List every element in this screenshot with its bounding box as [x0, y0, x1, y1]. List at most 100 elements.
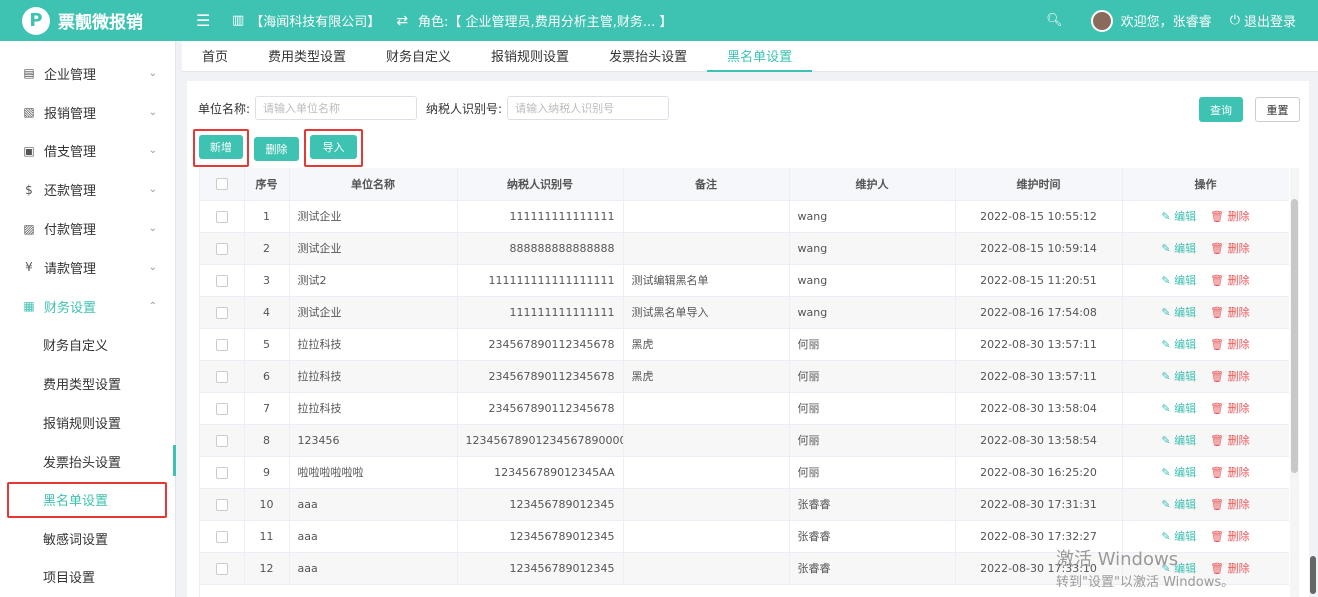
delete-link[interactable]: 🗑︎ 删除 [1210, 306, 1249, 319]
tax-id-input[interactable] [507, 96, 670, 120]
table-row[interactable]: 10 aaa 123456789012345 张睿睿 2022-08-30 17:31:… [200, 488, 1289, 521]
select-all-checkbox[interactable] [215, 178, 228, 191]
cell-company-name: 测试企业 [289, 296, 458, 329]
table-row[interactable]: 9 啦啦啦啦啦啦 123456789012345AA 何丽 2022-08-30 16:… [200, 456, 1289, 489]
cell-maintainer: wang [789, 264, 956, 297]
tab-finance-custom[interactable]: 财务自定义 [366, 41, 471, 72]
add-button[interactable]: 新增 [199, 135, 243, 159]
table-row[interactable]: 1 测试企业 111111111111111 wang 2022-08-15 10:55… [200, 200, 1289, 233]
delete-link[interactable]: 🗑︎ 删除 [1210, 210, 1249, 223]
sidebar-item-request[interactable]: ¥ 请款管理 ⌄ [0, 248, 175, 287]
app-name: 票靓微报销 [58, 13, 143, 33]
table-row[interactable]: 8 123456 12345678901234567890000 何丽 2022-08-… [200, 424, 1289, 457]
table-scrollbar-thumb[interactable] [1291, 199, 1298, 473]
edit-link[interactable]: ✎ 编辑 [1161, 530, 1196, 543]
row-checkbox[interactable] [215, 338, 228, 351]
delete-link[interactable]: 🗑︎ 删除 [1210, 498, 1249, 511]
tab-reimburse-rules[interactable]: 报销规则设置 [471, 41, 589, 72]
edit-link[interactable]: ✎ 编辑 [1161, 562, 1196, 575]
sidebar-item-enterprise[interactable]: ▤ 企业管理 ⌄ [0, 54, 175, 93]
sidebar-item-payment[interactable]: ▨ 付款管理 ⌄ [0, 209, 175, 248]
delete-button[interactable]: 删除 [254, 137, 299, 161]
sidebar-subitem-projects[interactable]: 项目设置 [0, 558, 175, 597]
logout-button[interactable]: ⏻ 退出登录 [1230, 11, 1296, 30]
table-row[interactable]: 12 aaa 123456789012345 张睿睿 2022-08-30 17:33:… [200, 552, 1289, 585]
sidebar-subitem-sensitive-words[interactable]: 敏感词设置 [0, 519, 175, 558]
edit-link[interactable]: ✎ 编辑 [1161, 498, 1196, 511]
edit-label: 编辑 [1174, 402, 1197, 415]
edit-link[interactable]: ✎ 编辑 [1161, 274, 1196, 287]
edit-label: 编辑 [1174, 306, 1197, 319]
table-row[interactable]: 11 aaa 123456789012345 张睿睿 2022-08-30 17:32:… [200, 520, 1289, 553]
cell-tax-id: 234567890112345678 [457, 392, 624, 425]
row-checkbox[interactable] [215, 306, 228, 319]
sidebar-subitem-invoice-title[interactable]: 发票抬头设置 [0, 442, 175, 481]
row-checkbox[interactable] [215, 434, 228, 447]
logo[interactable]: P 票靓微报销 [0, 6, 176, 35]
sidebar-subitem-finance-custom[interactable]: 财务自定义 [0, 326, 175, 365]
cell-company-name: 拉拉科技 [289, 328, 458, 361]
tab-blacklist[interactable]: 黑名单设置 [707, 41, 813, 72]
sidebar-subitem-reimburse-rules[interactable]: 报销规则设置 [0, 403, 175, 442]
delete-link[interactable]: 🗑︎ 删除 [1210, 274, 1249, 287]
cell-note: 测试黑名单导入 [623, 296, 790, 329]
edit-link[interactable]: ✎ 编辑 [1161, 434, 1196, 447]
sidebar-item-finance-settings[interactable]: ▦ 财务设置 ⌃ [0, 287, 175, 326]
row-checkbox[interactable] [215, 274, 228, 287]
row-checkbox[interactable] [215, 370, 228, 383]
sidebar-item-reimburse[interactable]: ▧ 报销管理 ⌄ [0, 93, 175, 132]
edit-icon: ✎ [1161, 242, 1175, 255]
import-button[interactable]: 导入 [310, 135, 357, 159]
table-row[interactable]: 7 拉拉科技 234567890112345678 何丽 2022-08-30 13:5… [200, 392, 1289, 425]
cell-index: 7 [244, 392, 290, 425]
delete-link[interactable]: 🗑︎ 删除 [1210, 402, 1249, 415]
delete-link[interactable]: 🗑︎ 删除 [1210, 242, 1249, 255]
edit-link[interactable]: ✎ 编辑 [1161, 242, 1196, 255]
table-row[interactable]: 3 测试2 111111111111111111 测试编辑黑名单 wang 2022-08… [200, 264, 1289, 297]
sidebar-subitem-blacklist[interactable]: 黑名单设置 [7, 481, 167, 518]
row-checkbox[interactable] [215, 242, 228, 255]
tab-expense-type[interactable]: 费用类型设置 [248, 41, 366, 72]
row-checkbox[interactable] [215, 498, 228, 511]
row-checkbox[interactable] [215, 466, 228, 479]
edit-link[interactable]: ✎ 编辑 [1161, 402, 1196, 415]
tab-invoice-title[interactable]: 发票抬头设置 [589, 41, 707, 72]
avatar[interactable] [1090, 9, 1113, 32]
edit-link[interactable]: ✎ 编辑 [1161, 466, 1196, 479]
edit-link[interactable]: ✎ 编辑 [1161, 306, 1196, 319]
cell-company-name: aaa [289, 552, 458, 585]
page-scrollbar[interactable] [1310, 556, 1316, 594]
company-name-input[interactable] [255, 96, 418, 120]
row-checkbox[interactable] [215, 210, 228, 223]
delete-link[interactable]: 🗑︎ 删除 [1210, 562, 1249, 575]
role-switcher[interactable]: ⇄ 角色:【 企业管理员,费用分析主管,财务... 】 [396, 11, 672, 31]
edit-link[interactable]: ✎ 编辑 [1161, 338, 1196, 351]
delete-link[interactable]: 🗑︎ 删除 [1210, 466, 1249, 479]
sidebar-subitem-expense-type[interactable]: 费用类型设置 [0, 364, 175, 403]
query-button[interactable]: 查询 [1199, 97, 1243, 122]
delete-link[interactable]: 🗑︎ 删除 [1210, 530, 1249, 543]
sidebar-item-repayment[interactable]: $ 还款管理 ⌄ [0, 170, 175, 209]
table-row[interactable]: 2 测试企业 888888888888888 wang 2022-08-15 10:59… [200, 232, 1289, 265]
cell-maintain-time: 2022-08-30 17:33:10 [955, 552, 1123, 585]
edit-link[interactable]: ✎ 编辑 [1161, 210, 1196, 223]
search-icon[interactable]: 🔍︎ [1046, 13, 1063, 28]
delete-link[interactable]: 🗑︎ 删除 [1210, 434, 1249, 447]
reset-button[interactable]: 重置 [1255, 97, 1300, 122]
chevron-down-icon: ⌄ [148, 184, 157, 196]
delete-label: 删除 [1227, 306, 1250, 319]
row-checkbox[interactable] [215, 530, 228, 543]
table-row[interactable]: 4 测试企业 111111111111111 测试黑名单导入 wang 2022-08-1… [200, 296, 1289, 329]
sidebar-item-loan[interactable]: ▣ 借支管理 ⌄ [0, 132, 175, 171]
row-checkbox[interactable] [215, 402, 228, 415]
hamburger-icon[interactable]: ☰ [196, 11, 216, 30]
delete-link[interactable]: 🗑︎ 删除 [1210, 338, 1249, 351]
table-row[interactable]: 6 拉拉科技 234567890112345678 黑虎 何丽 2022-08-30 13… [200, 360, 1289, 393]
trash-icon: 🗑︎ [1210, 306, 1228, 319]
tab-home[interactable]: 首页 [182, 41, 248, 72]
row-checkbox[interactable] [215, 562, 228, 575]
company-switcher[interactable]: ▥ 【海闻科技有限公司】 [232, 11, 380, 30]
delete-link[interactable]: 🗑︎ 删除 [1210, 370, 1249, 383]
edit-link[interactable]: ✎ 编辑 [1161, 370, 1196, 383]
table-row[interactable]: 5 拉拉科技 234567890112345678 黑虎 何丽 2022-08-30 13… [200, 328, 1289, 361]
